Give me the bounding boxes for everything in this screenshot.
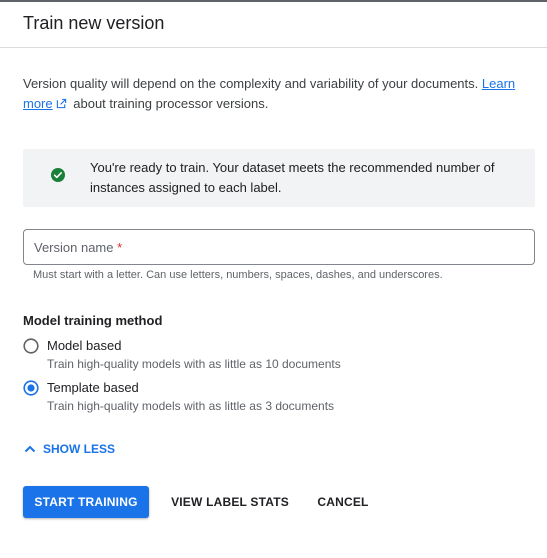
chevron-up-icon <box>24 445 36 453</box>
training-method-heading: Model training method <box>23 313 163 328</box>
show-less-label: SHOW LESS <box>43 442 116 456</box>
version-name-hint: Must start with a letter. Can use letter… <box>33 269 443 281</box>
version-name-field[interactable]: Version name * <box>23 229 535 265</box>
top-border <box>0 0 547 2</box>
version-name-label: Version name * <box>34 240 122 255</box>
model-based-radio[interactable] <box>23 338 39 354</box>
external-link-icon <box>56 98 66 109</box>
ready-banner: You're ready to train. Your dataset meet… <box>23 149 535 207</box>
intro-description: Version quality will depend on the compl… <box>23 76 479 91</box>
cancel-button[interactable]: CANCEL <box>311 486 375 518</box>
banner-message: You're ready to train. Your dataset meet… <box>90 160 495 195</box>
model-based-description: Train high-quality models with as little… <box>47 357 341 371</box>
model-based-label[interactable]: Model based <box>47 338 121 353</box>
intro-text: Version quality will depend on the compl… <box>23 74 523 114</box>
start-training-button[interactable]: START TRAINING <box>23 486 149 518</box>
view-label-stats-button[interactable]: VIEW LABEL STATS <box>166 486 294 518</box>
show-less-toggle[interactable]: SHOW LESS <box>23 442 115 456</box>
intro-suffix: about training processor versions. <box>73 96 269 111</box>
template-based-radio[interactable] <box>23 380 39 396</box>
required-marker: * <box>117 240 123 255</box>
check-circle-icon <box>51 168 65 182</box>
template-based-description: Train high-quality models with as little… <box>47 399 335 413</box>
template-based-label[interactable]: Template based <box>47 380 139 395</box>
dialog-title: Train new version <box>23 13 165 33</box>
version-name-label-text: Version name <box>34 240 114 255</box>
header-divider <box>0 47 547 48</box>
